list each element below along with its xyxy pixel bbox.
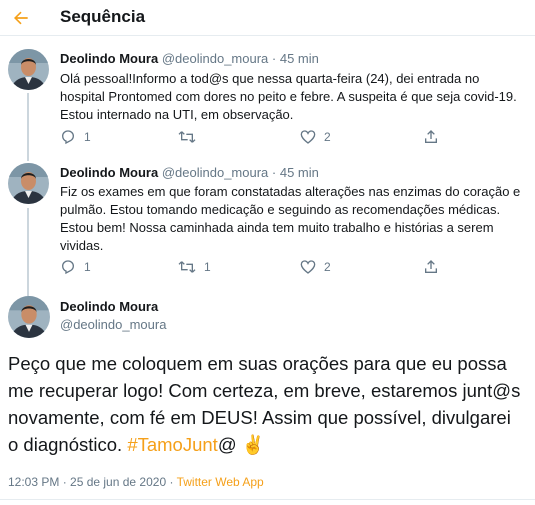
arrow-left-icon [14, 11, 28, 25]
reply-count: 1 [84, 130, 91, 144]
tweet-text-tail: @ ✌️ [217, 434, 265, 455]
tweet-header: Deolindo Moura @deolindo_moura · 45 min [60, 51, 319, 66]
share-button[interactable] [423, 259, 439, 275]
tweet-text-body: Peço que me coloquem em suas orações par… [8, 353, 521, 455]
share-icon [425, 260, 437, 273]
author-name[interactable]: Deolindo Moura [60, 51, 158, 66]
tweet-header: Deolindo Moura @deolindo_moura · 45 min [60, 165, 319, 180]
author-name[interactable]: Deolindo Moura [60, 165, 158, 180]
page-title: Sequência [60, 7, 146, 26]
divider [0, 499, 535, 500]
tweet-actions: 1 1 2 [56, 259, 456, 279]
tweet-text: Fiz os exames em que foram constatadas a… [60, 184, 521, 253]
like-count: 2 [324, 130, 331, 144]
author-handle[interactable]: @deolindo_moura [162, 165, 268, 180]
tweet-timestamp[interactable]: 12:03 PM · 25 de jun de 2020 · [8, 475, 177, 489]
reply-icon [61, 130, 75, 145]
thread-tweet-1[interactable]: Deolindo Moura @deolindo_moura · 45 min … [0, 37, 535, 160]
retweet-count: 1 [204, 260, 211, 274]
retweet-icon [178, 261, 196, 273]
reply-button[interactable]: 1 [60, 259, 91, 275]
avatar[interactable] [8, 163, 49, 204]
share-button[interactable] [423, 129, 439, 145]
tweet-meta: 12:03 PM · 25 de jun de 2020 · Twitter W… [8, 475, 264, 489]
like-button[interactable]: 2 [300, 129, 331, 145]
avatar[interactable] [8, 296, 50, 338]
thread-tweet-2[interactable]: Deolindo Moura @deolindo_moura · 45 min … [0, 153, 535, 290]
heart-icon [300, 130, 316, 144]
retweet-button[interactable]: 1 [178, 259, 211, 275]
tweet-time[interactable]: · 45 min [272, 51, 319, 66]
thread-connector [27, 208, 29, 290]
retweet-icon [178, 131, 196, 143]
retweet-button[interactable] [178, 129, 204, 145]
hashtag-link[interactable]: #TamoJunt [127, 434, 218, 455]
avatar[interactable] [8, 49, 49, 90]
source-app-link[interactable]: Twitter Web App [177, 475, 264, 489]
heart-icon [300, 260, 316, 274]
back-button[interactable] [7, 4, 35, 32]
thread-connector [27, 93, 29, 160]
like-count: 2 [324, 260, 331, 274]
reply-button[interactable]: 1 [60, 129, 91, 145]
tweet-actions: 1 2 [56, 129, 456, 149]
top-bar: Sequência [0, 0, 535, 36]
tweet-text: Olá pessoal!Informo a tod@s que nessa qu… [60, 71, 517, 122]
reply-count: 1 [84, 260, 91, 274]
thread-connector [27, 153, 29, 161]
tweet-time[interactable]: · 45 min [272, 165, 319, 180]
author-handle[interactable]: @deolindo_moura [162, 51, 268, 66]
author-handle[interactable]: @deolindo_moura [60, 317, 166, 332]
tweet-text: Peço que me coloquem em suas orações par… [8, 350, 523, 458]
share-icon [425, 130, 437, 143]
reply-icon [61, 260, 75, 275]
like-button[interactable]: 2 [300, 259, 331, 275]
author-name[interactable]: Deolindo Moura [60, 299, 158, 314]
